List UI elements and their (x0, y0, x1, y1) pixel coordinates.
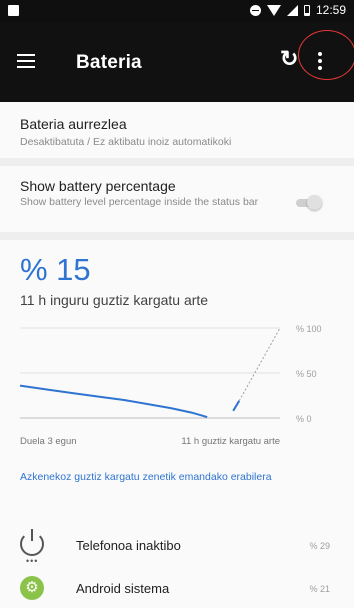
refresh-icon[interactable]: ↻ (280, 46, 298, 72)
divider (0, 158, 354, 166)
chart-x-start-label: Duela 3 egun (20, 436, 77, 447)
recent-usage-link[interactable]: Azkenekoz guztiz kargatu zenetik emandak… (20, 470, 310, 484)
android-gear-icon: ⚙ (20, 576, 44, 600)
battery-level: % 15 (20, 252, 91, 287)
battery-icon (303, 4, 310, 16)
status-icons: 12:59 (249, 3, 346, 17)
chart-y-axis-labels: % 100 % 50 % 0 (296, 324, 322, 424)
power-icon (20, 529, 44, 556)
chart-x-end-label: 11 h guztiz kargatu arte (181, 436, 280, 447)
status-time: 12:59 (315, 3, 346, 17)
toolbar: Bateria ↻ (0, 22, 354, 102)
battery-saver-preference[interactable]: Bateria aurrezlea Desaktibatuta / Ez akt… (0, 102, 354, 158)
show-percentage-toggle[interactable] (296, 195, 322, 210)
battery-history-chart: % 100 % 50 % 0 Duela 3 egun 11 h guztiz kar… (19, 324, 322, 447)
chart-projection-start (232, 400, 241, 412)
app-row-telefonoa-inaktibo[interactable]: Telefonoa inaktibo % 29 (0, 526, 354, 570)
signal-icon (286, 4, 298, 16)
battery-saver-summary: Desaktibatuta / Ez aktibatu inoiz automa… (20, 136, 232, 148)
battery-saver-title: Bateria aurrezlea (20, 116, 127, 132)
app-percent: % 29 (309, 541, 330, 551)
divider (0, 232, 354, 240)
chart-y-tick-label: % 50 (296, 369, 317, 379)
chart-projection-line (238, 327, 281, 402)
charge-estimate: 11 h inguru guztiz kargatu arte (20, 292, 209, 308)
page-title: Bateria (76, 52, 142, 73)
show-percentage-title: Show battery percentage (20, 178, 176, 194)
app-name: Android sistema (76, 581, 170, 596)
app-name: Telefonoa inaktibo (76, 538, 181, 553)
toggle-thumb (307, 195, 322, 210)
chart-y-tick-label: % 100 (296, 324, 322, 334)
chart-y-tick-label: % 0 (296, 414, 312, 424)
annotation-circle (298, 30, 354, 80)
show-percentage-summary: Show battery level percentage inside the… (20, 196, 259, 208)
notification-icon (8, 5, 19, 16)
do-not-disturb-icon (249, 4, 261, 16)
app-row-android-sistema[interactable]: ⚙ Android sistema % 21 (0, 568, 354, 608)
status-bar: 12:59 (0, 0, 354, 22)
app-percent: % 21 (309, 584, 330, 594)
wifi-icon (266, 4, 281, 16)
menu-icon[interactable] (17, 54, 35, 68)
chart-x-axis-labels: Duela 3 egun 11 h guztiz kargatu arte (20, 436, 280, 447)
chart-series-line (19, 384, 208, 419)
power-icon-dots: ••• (26, 556, 39, 566)
